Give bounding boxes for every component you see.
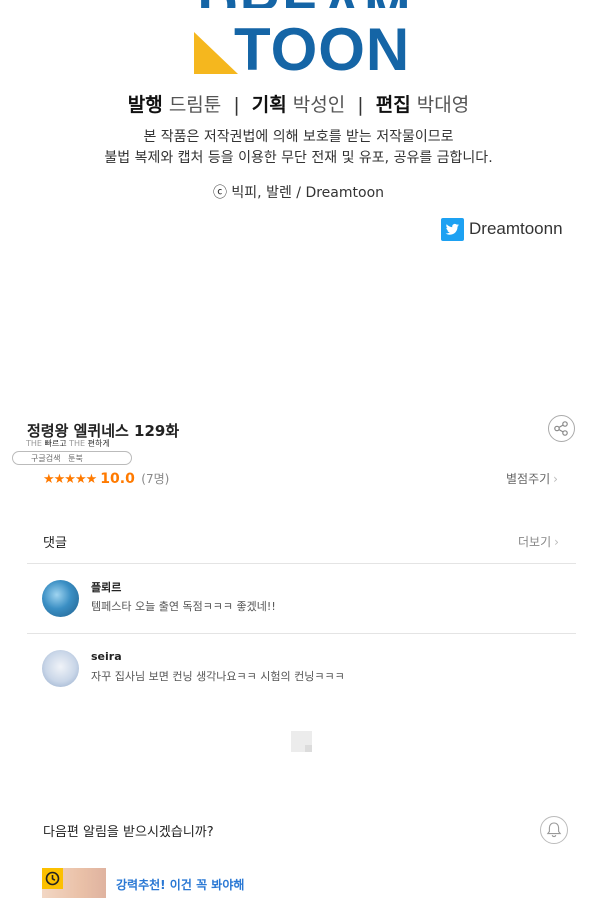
bell-icon <box>546 822 562 838</box>
share-icon <box>554 421 568 436</box>
credit-name-publisher: 드림툰 <box>168 94 222 116</box>
twitter-icon <box>441 218 464 241</box>
comments-more-button[interactable]: 더보기 › <box>518 533 559 550</box>
rating-score: 10.0 <box>100 471 135 487</box>
comment-text: 자꾸 집사님 보면 컨닝 생각나요ㅋㅋ 시험의 컨닝ㅋㅋㅋ <box>91 670 345 683</box>
credit-role-publisher: 발행 <box>127 94 163 116</box>
more-label[interactable]: 더보기 <box>518 535 551 549</box>
credit-name-planning: 박성인 <box>292 94 346 116</box>
rate-button[interactable]: 별점주기 › <box>506 470 558 487</box>
notice-line-2: 불법 복제와 캡처 등을 이용한 무단 전재 및 유포, 공유를 금합니다. <box>104 150 493 166</box>
next-episode-notify-question: 다음편 알림을 받으시겠습니까? <box>43 825 214 840</box>
credit-separator: | <box>357 94 364 116</box>
divider <box>27 563 576 564</box>
copyright-line: ⓒ 빅피, 발렌 / Dreamtoon <box>212 185 385 201</box>
rating-count: (7명) <box>141 472 170 486</box>
chevron-right-icon: › <box>553 472 558 486</box>
avatar[interactable] <box>42 650 79 687</box>
comment-author[interactable]: 플뢰르 <box>91 579 121 595</box>
logo-text: TOON <box>234 16 411 83</box>
credit-separator: | <box>233 94 240 116</box>
dreamtoon-logo-top: DREAM <box>190 0 420 8</box>
episode-rating: ★★★★★ 10.0 (7명) <box>43 470 169 487</box>
comments-heading: 댓글 <box>43 536 67 551</box>
twitter-label: Dreamtoonn <box>469 219 563 238</box>
dreamtoon-logo: TOON <box>194 18 424 80</box>
comment-author[interactable]: seira <box>91 650 122 663</box>
divider <box>27 633 576 634</box>
avatar[interactable] <box>42 580 79 617</box>
credit-name-editor: 박대영 <box>416 94 470 116</box>
logo-triangle-icon <box>194 32 238 74</box>
clock-icon <box>42 868 63 889</box>
copyright-notice: 본 작품은 저작권법에 의해 보호를 받는 저작물이므로 불법 복제와 캡처 등… <box>0 127 597 169</box>
comment-text: 템페스타 오늘 출연 독점ㅋㅋㅋ 좋겠네!! <box>91 600 276 613</box>
credit-role-planning: 기획 <box>251 94 287 116</box>
google-search-label[interactable]: 구글검색 <box>31 454 60 463</box>
credits-line: 발행 드림툰 | 기획 박성인 | 편집 박대영 <box>0 90 597 117</box>
extension-tagline: THE 빠르고 THE 편하게 <box>26 439 110 448</box>
rating-stars: ★★★★★ <box>43 472 97 487</box>
image-placeholder-icon <box>291 731 312 752</box>
chevron-right-icon: › <box>554 535 559 549</box>
extension-overlay-badge[interactable]: THE 빠르고 THE 편하게 구글검색 툰북 <box>12 424 134 468</box>
credit-role-editor: 편집 <box>375 94 411 116</box>
recommend-thumbnail[interactable] <box>42 868 106 898</box>
recommend-label[interactable]: 강력추천! 이건 꼭 봐야해 <box>116 876 244 893</box>
share-button[interactable] <box>548 415 575 442</box>
rate-label[interactable]: 별점주기 <box>506 472 550 486</box>
notice-line-1: 본 작품은 저작권법에 의해 보호를 받는 저작물이므로 <box>143 129 454 145</box>
extension-search-pill[interactable]: 구글검색 툰북 <box>12 451 132 465</box>
toonbook-label[interactable]: 툰북 <box>68 454 83 463</box>
notify-toggle-button[interactable] <box>540 816 568 844</box>
